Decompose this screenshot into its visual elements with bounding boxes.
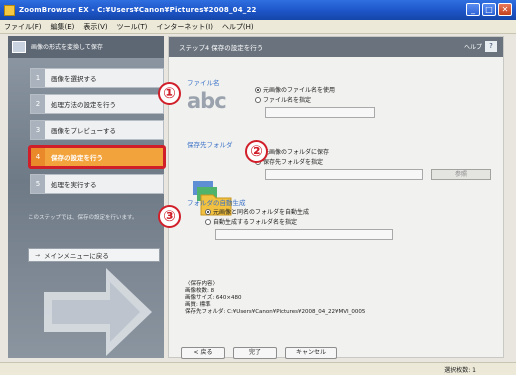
step-label: 画像をプレビューする — [51, 127, 116, 135]
auto-create-same-name-folder-radio[interactable]: 元画像と同名のフォルダを自動生成 — [205, 207, 309, 216]
radio-icon — [205, 218, 211, 225]
specify-autogen-folder-radio[interactable]: 自動生成するフォルダ名を指定 — [205, 217, 297, 226]
use-original-filename-label: 元画像のファイル名を使用 — [263, 87, 336, 94]
close-button[interactable]: ✕ — [498, 3, 512, 16]
save-summary: 〈保存内容〉 画像枚数: 8 画像サイズ: 640×480 画質: 標準 保存先… — [185, 281, 365, 316]
specify-filename-radio[interactable]: ファイル名を指定 — [255, 95, 311, 104]
status-bar: 選択枚数: 1 — [0, 362, 516, 375]
browse-button[interactable]: 参照 — [431, 169, 491, 180]
step-label: 画像を選択する — [51, 75, 97, 83]
menu-tools[interactable]: ツール(T) — [117, 22, 148, 32]
wizard-step-panel: 画像の形式を変換して保存 1 画像を選択する 2 処理方法の設定を行う 3 画像… — [8, 36, 166, 358]
radio-icon — [255, 86, 261, 93]
summary-line: 〈保存内容〉 — [185, 281, 219, 287]
step-number: 5 — [31, 175, 45, 193]
step-1[interactable]: 1 画像を選択する — [30, 68, 164, 88]
step-number: 1 — [31, 69, 45, 87]
step-label: 処理方法の設定を行う — [51, 101, 116, 109]
summary-line: 画質: 標準 — [185, 302, 211, 308]
help-area[interactable]: ヘルプ ? — [464, 41, 497, 52]
left-panel-header: 画像の形式を変換して保存 — [8, 36, 164, 58]
minimize-button[interactable]: _ — [466, 3, 480, 16]
specify-folder-label: 保存先フォルダを指定 — [263, 159, 324, 166]
summary-line: 画像サイズ: 640×480 — [185, 295, 242, 301]
help-label: ヘルプ — [463, 44, 482, 51]
step-number: 3 — [31, 121, 45, 139]
large-arrow-decoration — [44, 268, 152, 356]
filename-abc-icon: abc — [187, 89, 227, 113]
right-panel-header: ステップ4 保存の設定を行う ヘルプ ? — [169, 37, 503, 57]
save-to-original-folder-label: 元画像のフォルダに保存 — [263, 149, 330, 156]
autogen-section-label: フォルダの自動生成 — [187, 199, 246, 207]
step-5[interactable]: 5 処理を実行する — [30, 174, 164, 194]
annotation-marker-1: ① — [158, 82, 181, 105]
folder-section-label: 保存先フォルダ — [187, 141, 233, 149]
specify-filename-label: ファイル名を指定 — [263, 97, 312, 104]
app-icon — [4, 4, 15, 16]
window-controls: _ □ ✕ — [466, 3, 512, 16]
step-label: 処理を実行する — [51, 181, 97, 189]
specify-autogen-folder-label: 自動生成するフォルダ名を指定 — [213, 219, 298, 226]
filename-input[interactable] — [265, 107, 375, 118]
annotation-marker-3: ③ — [158, 205, 181, 228]
cancel-button[interactable]: キャンセル — [285, 347, 337, 359]
arrow-icon: → — [35, 251, 41, 259]
back-to-main-menu-label: メインメニューに戻る — [44, 252, 109, 260]
menu-file[interactable]: ファイル(F) — [4, 22, 42, 32]
active-step-highlight — [28, 145, 166, 169]
step-3[interactable]: 3 画像をプレビューする — [30, 120, 164, 140]
filename-section-label: ファイル名 — [187, 79, 220, 87]
maximize-button[interactable]: □ — [482, 3, 496, 16]
help-icon: ? — [485, 41, 497, 52]
status-text: 選択枚数: 1 — [444, 367, 476, 374]
menu-help[interactable]: ヘルプ(H) — [222, 22, 254, 32]
radio-icon — [205, 208, 211, 215]
settings-panel: ステップ4 保存の設定を行う ヘルプ ? ファイル名 abc 元画像のファイル名… — [168, 36, 504, 359]
folder-path-input[interactable] — [265, 169, 423, 180]
menu-bar: ファイル(F) 編集(E) 表示(V) ツール(T) インターネット(I) ヘル… — [0, 20, 516, 34]
summary-line: 保存先フォルダ: C:¥Users¥Canon¥Pictures¥2008_04… — [185, 309, 366, 315]
radio-icon — [255, 96, 261, 103]
step-help-text: このステップでは、保存の設定を行います。 — [28, 215, 138, 221]
window-title: ZoomBrowser EX - C:¥Users¥Canon¥Pictures… — [19, 6, 257, 14]
title-bar: ZoomBrowser EX - C:¥Users¥Canon¥Pictures… — [0, 0, 516, 20]
menu-view[interactable]: 表示(V) — [83, 22, 107, 32]
convert-icon — [12, 41, 26, 53]
step-title: ステップ4 保存の設定を行う — [179, 44, 264, 52]
wizard-buttons: < 戻る 完了 キャンセル — [181, 347, 337, 359]
annotation-marker-2: ② — [245, 140, 268, 163]
back-to-main-menu-button[interactable]: → メインメニューに戻る — [28, 248, 160, 262]
use-original-filename-radio[interactable]: 元画像のファイル名を使用 — [255, 85, 335, 94]
menu-edit[interactable]: 編集(E) — [51, 22, 75, 32]
left-panel-title: 画像の形式を変換して保存 — [31, 43, 103, 51]
step-number: 2 — [31, 95, 45, 113]
autogen-folder-input[interactable] — [215, 229, 393, 240]
finish-button[interactable]: 完了 — [233, 347, 277, 359]
auto-create-same-name-folder-label: 元画像と同名のフォルダを自動生成 — [213, 209, 310, 216]
step-2[interactable]: 2 処理方法の設定を行う — [30, 94, 164, 114]
back-button[interactable]: < 戻る — [181, 347, 225, 359]
summary-line: 画像枚数: 8 — [185, 288, 215, 294]
menu-internet[interactable]: インターネット(I) — [156, 22, 213, 32]
